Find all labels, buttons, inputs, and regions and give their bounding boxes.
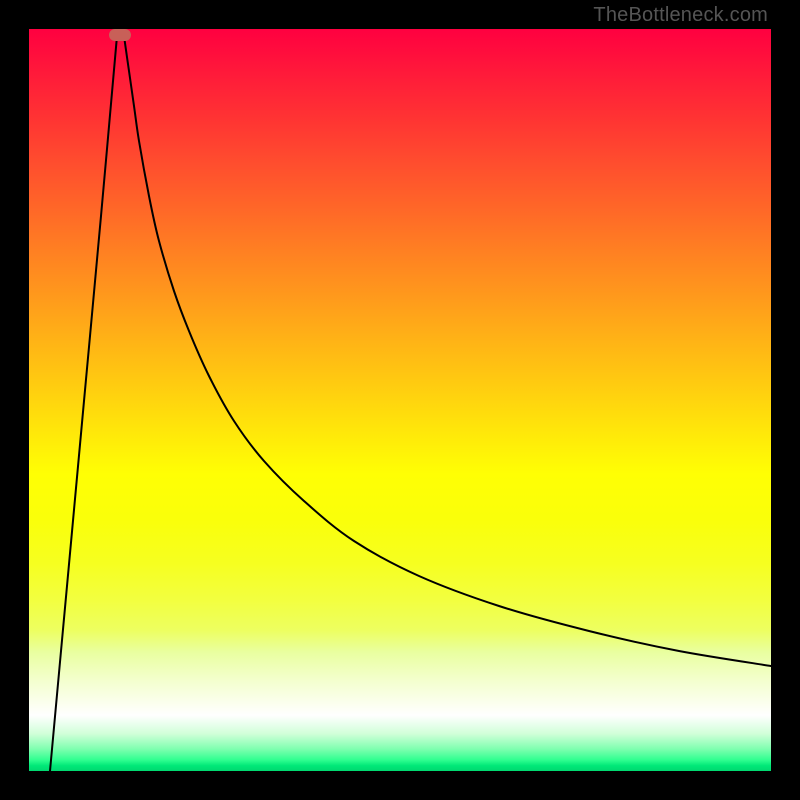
curve-left-branch bbox=[50, 36, 117, 771]
minimum-marker bbox=[109, 29, 131, 41]
curve-right-branch bbox=[124, 36, 771, 666]
watermark-text: TheBottleneck.com bbox=[593, 4, 768, 27]
plot-area bbox=[29, 29, 771, 771]
chart-frame: TheBottleneck.com bbox=[0, 0, 800, 800]
curve-overlay bbox=[29, 29, 771, 771]
